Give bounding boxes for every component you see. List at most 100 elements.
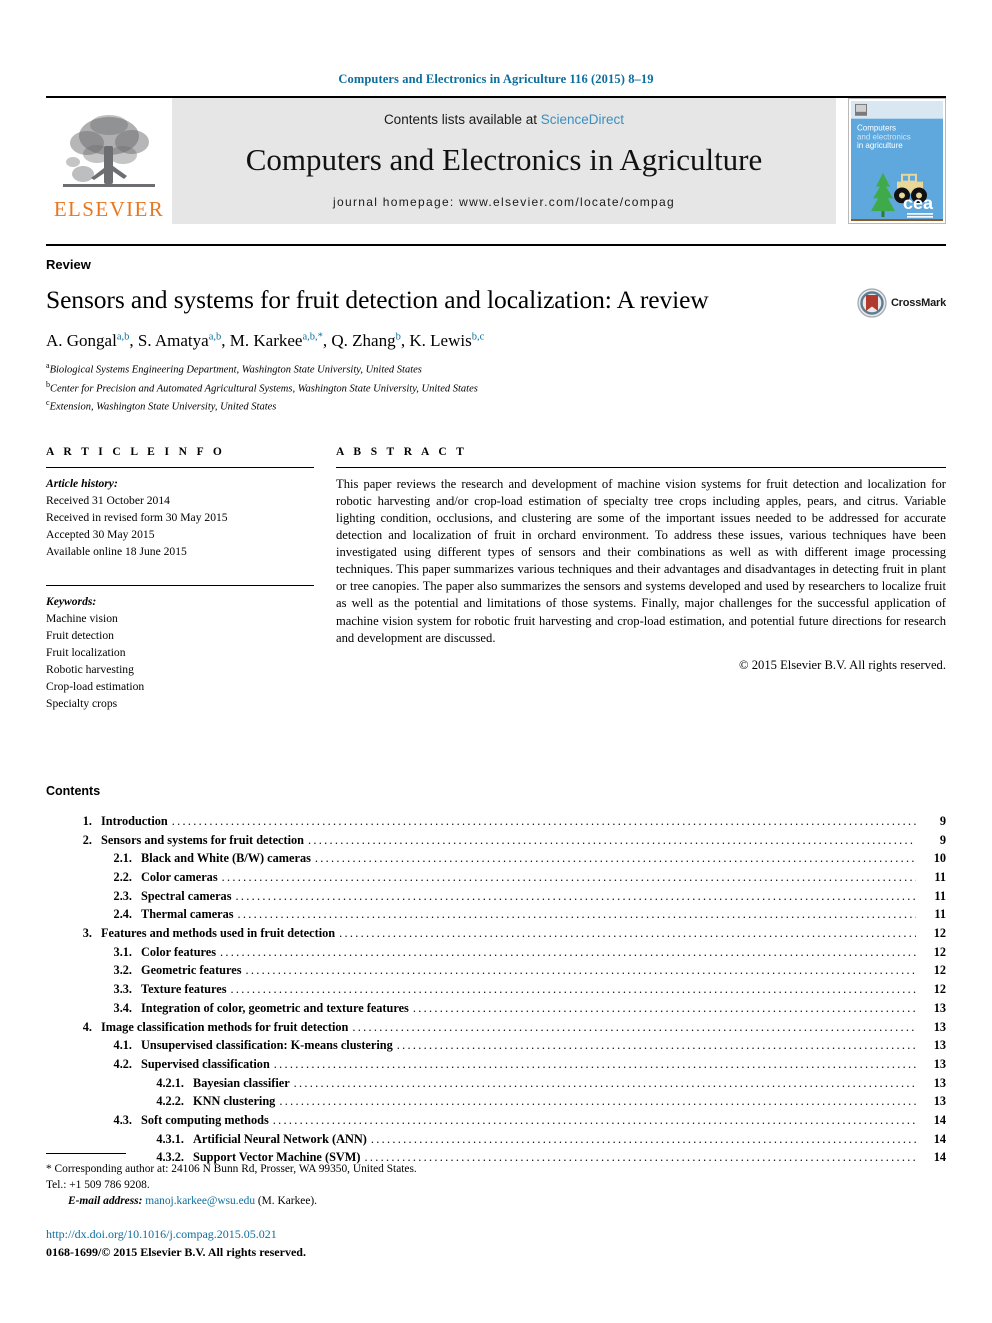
keywords-label: Keywords:	[46, 594, 97, 608]
contents-leader-dots: ........................................…	[273, 1056, 916, 1071]
contents-entry-page: 12	[933, 944, 946, 959]
contents-entry[interactable]: 4.3. Soft computing methods..............…	[46, 1111, 946, 1130]
elsevier-wordmark: ELSEVIER	[53, 197, 165, 221]
contents-entry-page: 13	[933, 1056, 946, 1071]
abstract-copyright: © 2015 Elsevier B.V. All rights reserved…	[739, 657, 946, 672]
author-name: Q. Zhang	[331, 331, 396, 350]
crossmark-badge[interactable]: CrossMark	[857, 288, 946, 318]
contents-leader-dots: ........................................…	[396, 1038, 916, 1053]
footnote-divider	[46, 1152, 126, 1154]
contents-entry-number: 4.2.	[113, 1056, 132, 1071]
journal-band: Contents lists available at ScienceDirec…	[172, 98, 836, 224]
contents-entry[interactable]: 4.2.2. KNN clustering....................…	[46, 1092, 946, 1111]
svg-text:Computers: Computers	[857, 124, 896, 133]
contents-entry-label: Features and methods used in fruit detec…	[101, 926, 336, 941]
contents-entry[interactable]: 4.3.1. Artificial Neural Network (ANN)...…	[46, 1130, 946, 1149]
contents-leader-dots: ........................................…	[235, 888, 917, 903]
article-info-divider	[46, 466, 314, 468]
keywords-block: Keywords: Machine vision Fruit detection F…	[46, 593, 314, 712]
contents-entry-page: 11	[934, 907, 946, 922]
contents-entry-number: 2.2.	[113, 870, 132, 885]
contents-entry-page: 13	[933, 1094, 946, 1109]
contents-entry-number: 4.	[82, 1019, 92, 1034]
article-history-items: Received 31 October 2014 Received in revi…	[46, 492, 314, 560]
contents-entry[interactable]: 3. Features and methods used in fruit det…	[46, 924, 946, 943]
contents-entry-page: 13	[933, 1019, 946, 1034]
abstract-heading: A B S T R A C T	[336, 445, 468, 458]
journal-homepage[interactable]: journal homepage: www.elsevier.com/locat…	[333, 195, 675, 209]
keyword-item: Crop-load estimation	[46, 679, 145, 693]
contents-entry-page: 12	[933, 963, 946, 978]
contents-entry-label: Color cameras	[141, 870, 218, 885]
contents-entry-page: 12	[933, 982, 946, 997]
contents-entry-page: 13	[933, 1000, 946, 1015]
elsevier-tree-icon	[63, 115, 155, 187]
affiliation-item: bCenter for Precision and Automated Agri…	[46, 379, 478, 395]
doi-link[interactable]: http://dx.doi.org/10.1016/j.compag.2015.…	[46, 1226, 946, 1243]
affiliation-list: aBiological Systems Engineering Departme…	[46, 360, 946, 415]
contents-entry[interactable]: 3.1. Color features......................…	[46, 943, 946, 962]
contents-entry[interactable]: 2.4. Thermal cameras.....................…	[46, 905, 946, 924]
keyword-item: Fruit detection	[46, 628, 114, 642]
running-head: Computers and Electronics in Agriculture…	[338, 72, 654, 86]
article-history-item: Available online 18 June 2015	[46, 544, 187, 558]
contents-leader-dots: ........................................…	[230, 982, 917, 997]
contents-entry-label: Image classification methods for fruit d…	[101, 1019, 349, 1034]
contents-entry[interactable]: 3.4. Integration of color, geometric and …	[46, 999, 946, 1018]
contents-entry[interactable]: 4.1. Unsupervised classification: K-means…	[46, 1036, 946, 1055]
contents-leader-dots: ........................................…	[293, 1075, 916, 1090]
author-affiliation-marker: a,b	[208, 331, 222, 343]
contents-entry[interactable]: 4. Image classification methods for fruit…	[46, 1018, 946, 1037]
contents-entry[interactable]: 3.2. Geometric features..................…	[46, 961, 946, 980]
contents-entry-page: 13	[933, 1038, 946, 1053]
crossmark-label: CrossMark	[890, 297, 946, 309]
contents-entry-page: 11	[934, 888, 946, 903]
contents-entry-page: 10	[933, 851, 946, 866]
doi-block: http://dx.doi.org/10.1016/j.compag.2015.…	[46, 1226, 946, 1261]
contents-entry-page: 9	[939, 832, 946, 847]
abstract-divider	[336, 466, 946, 468]
keywords-divider	[46, 584, 314, 586]
contents-entry[interactable]: 1. Introduction..........................…	[46, 812, 946, 831]
sciencedirect-link[interactable]: ScienceDirect	[541, 112, 624, 127]
contents-entry[interactable]: 2.3. Spectral cameras....................…	[46, 887, 946, 906]
contents-entry-number: 3.1.	[113, 944, 132, 959]
contents-entry[interactable]: 2.2. Color cameras.......................…	[46, 868, 946, 887]
email-suffix: (M. Karkee).	[257, 1195, 318, 1208]
article-history-item: Accepted 30 May 2015	[46, 527, 155, 541]
contents-list: 1. Introduction..........................…	[46, 812, 946, 1167]
journal-cover-thumbnail[interactable]: Computers and electronics in agriculture…	[848, 98, 946, 224]
contents-entry-number: 2.4.	[113, 907, 132, 922]
contents-entry-label: Spectral cameras	[141, 888, 232, 903]
contents-leader-dots: ........................................…	[272, 1112, 916, 1127]
contents-entry[interactable]: 2.1. Black and White (B/W) cameras.......…	[46, 849, 946, 868]
author-list: A. Gongala,b, S. Amatyaa,b, M. Karkeea,b…	[46, 331, 485, 350]
contents-leader-dots: ........................................…	[171, 813, 916, 828]
keyword-item: Fruit localization	[46, 645, 126, 659]
article-info-heading: A R T I C L E I N F O	[46, 445, 226, 458]
article-history-item: Received in revised form 30 May 2015	[46, 510, 228, 524]
contents-entry-number: 3.3.	[113, 982, 132, 997]
author-name: A. Gongal	[46, 331, 117, 350]
contents-entry-number: 4.2.1.	[156, 1075, 184, 1090]
contents-entry[interactable]: 4.2.1. Bayesian classifier...............…	[46, 1074, 946, 1093]
contents-entry-number: 4.3.1.	[156, 1131, 184, 1146]
title-row: Sensors and systems for fruit detection …	[46, 285, 946, 318]
contents-entry-page: 12	[933, 926, 946, 941]
article-history-block: Article history: Received 31 October 201…	[46, 475, 314, 560]
contents-entry[interactable]: 3.3. Texture features....................…	[46, 980, 946, 999]
issn-copyright: 0168-1699/© 2015 Elsevier B.V. All right…	[46, 1244, 306, 1259]
author-name: M. Karkee	[229, 331, 303, 350]
author-affiliation-marker: a,b	[116, 331, 130, 343]
contents-entry[interactable]: 2. Sensors and systems for fruit detectio…	[46, 831, 946, 850]
contents-entry-number: 1.	[82, 813, 92, 828]
contents-entry-number: 2.	[82, 832, 92, 847]
info-abstract-section: A R T I C L E I N F O Article history: R…	[46, 446, 946, 712]
contents-entry[interactable]: 4.2. Supervised classification...........…	[46, 1055, 946, 1074]
page-title: Sensors and systems for fruit detection …	[46, 285, 709, 314]
contents-section: Contents 1. Introduction.................…	[46, 784, 946, 1167]
contents-entry-number: 3.4.	[113, 1000, 132, 1015]
email-link[interactable]: manoj.karkee@wsu.edu	[145, 1195, 255, 1207]
journal-masthead: ELSEVIER Contents lists available at Sci…	[46, 96, 946, 224]
contents-leader-dots: ........................................…	[220, 944, 916, 959]
